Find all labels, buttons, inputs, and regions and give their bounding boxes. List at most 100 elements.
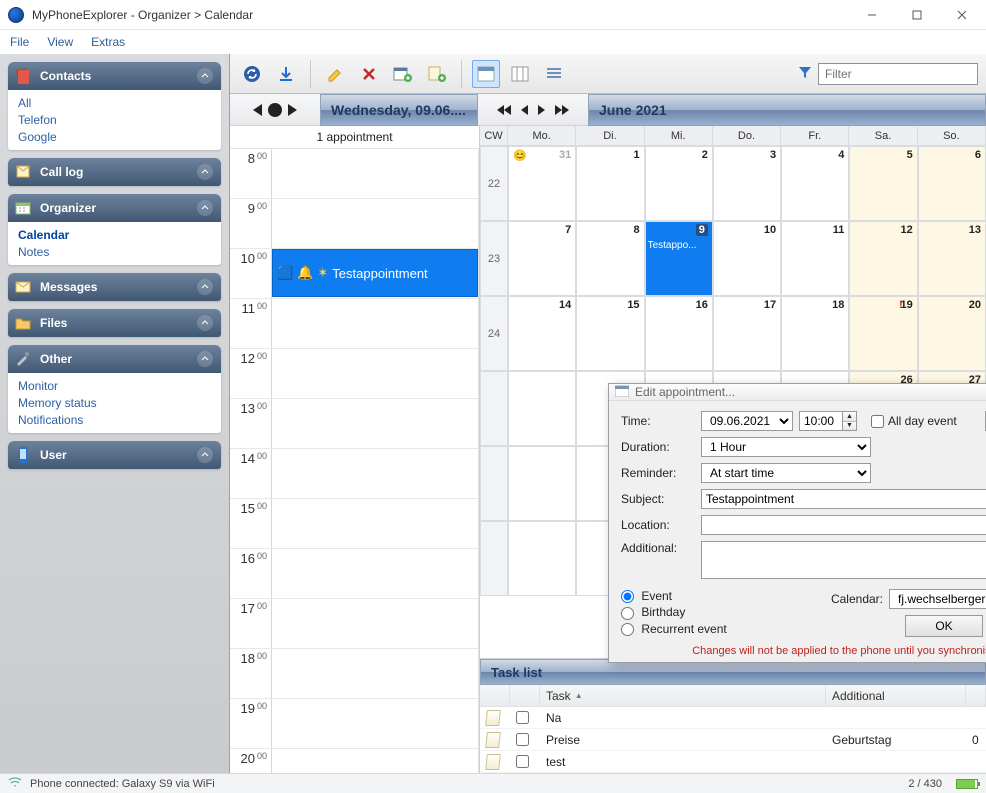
task-checkbox[interactable] [516, 711, 529, 724]
month-day-cell[interactable]: 9Testappo... [645, 221, 713, 296]
panel-head-contacts[interactable]: Contacts [8, 62, 221, 90]
sidebar-item-memory-status[interactable]: Memory status [18, 396, 211, 410]
month-day-cell[interactable]: 2 [645, 146, 713, 221]
ok-button[interactable]: OK [905, 615, 983, 637]
panel-head-other[interactable]: Other [8, 345, 221, 373]
sync-button[interactable] [238, 60, 266, 88]
filter-icon[interactable] [798, 65, 812, 82]
time-input[interactable] [799, 411, 843, 431]
month-day-cell[interactable]: 7 [508, 221, 576, 296]
sidebar-item-all[interactable]: All [18, 96, 211, 110]
task-list-columns[interactable]: Task ▲ Additional [480, 685, 986, 707]
sidebar-item-monitor[interactable]: Monitor [18, 379, 211, 393]
view-list-button[interactable] [540, 60, 568, 88]
sidebar-item-notes[interactable]: Notes [18, 245, 211, 259]
new-appointment-button[interactable] [389, 60, 417, 88]
maximize-button[interactable] [894, 1, 939, 29]
calendar-select[interactable]: fj.wechselberger@gmail [889, 589, 986, 609]
filter-input[interactable] [818, 63, 978, 85]
radio-event[interactable]: Event [621, 589, 727, 603]
next-year-button2[interactable] [562, 105, 569, 115]
month-dow-header: CWMo.Di.Mi.Do.Fr.Sa.So. [480, 126, 986, 146]
next-day-button[interactable] [288, 104, 297, 116]
panel-head-files[interactable]: Files [8, 309, 221, 337]
month-day-cell[interactable]: 10 [713, 221, 781, 296]
location-input[interactable] [701, 515, 986, 535]
task-checkbox[interactable] [516, 755, 529, 768]
view-day-button[interactable] [472, 60, 500, 88]
month-nav [478, 105, 588, 115]
radio-recurrent-event[interactable]: Recurrent event [621, 622, 727, 636]
month-day-cell[interactable]: 17 [713, 296, 781, 371]
month-event-label[interactable]: Testappo... [648, 240, 697, 251]
allday-checkbox[interactable] [871, 415, 884, 428]
month-day-cell[interactable]: 31😊 [508, 146, 576, 221]
sidebar-item-calendar[interactable]: Calendar [18, 228, 211, 242]
task-checkbox[interactable] [516, 733, 529, 746]
month-day-cell[interactable]: 1 [576, 146, 644, 221]
task-row[interactable]: Na [480, 707, 986, 729]
close-button[interactable] [939, 1, 984, 29]
month-day-cell[interactable]: 5 [849, 146, 917, 221]
view-week-button[interactable] [506, 60, 534, 88]
month-day-cell[interactable] [508, 521, 576, 596]
minimize-button[interactable] [849, 1, 894, 29]
month-day-cell[interactable]: 19! [849, 296, 917, 371]
task-list: Task list Task ▲ Additional Na Preise Ge… [480, 658, 986, 773]
month-day-cell[interactable] [508, 446, 576, 521]
delete-button[interactable] [355, 60, 383, 88]
task-col-name[interactable]: Task [546, 689, 571, 703]
appointment-block[interactable]: 🟦 🔔 ✶ Testappointment [272, 249, 478, 297]
calendar-label: Calendar: [831, 592, 883, 606]
month-day-cell[interactable]: 20 [918, 296, 986, 371]
sidebar-item-telefon[interactable]: Telefon [18, 113, 211, 127]
menu-extras[interactable]: Extras [91, 35, 125, 49]
menu-file[interactable]: File [10, 35, 29, 49]
prev-day-button[interactable] [253, 104, 262, 116]
reminder-select[interactable]: At start time [701, 463, 871, 483]
panel-head-user[interactable]: User [8, 441, 221, 469]
sidebar-item-google[interactable]: Google [18, 130, 211, 144]
additional-textarea[interactable] [701, 541, 986, 579]
today-button[interactable] [268, 103, 282, 117]
month-day-cell[interactable]: 11 [781, 221, 849, 296]
download-button[interactable] [272, 60, 300, 88]
panel-head-messages[interactable]: Messages [8, 273, 221, 301]
next-year-button[interactable] [555, 105, 562, 115]
month-day-cell[interactable]: 8 [576, 221, 644, 296]
subject-label: Subject: [621, 492, 693, 506]
time-spinner[interactable]: ▲▼ [843, 411, 857, 431]
sidebar-item-notifications[interactable]: Notifications [18, 413, 211, 427]
radio-birthday[interactable]: Birthday [621, 605, 727, 619]
duration-select[interactable]: 1 Hour [701, 437, 871, 457]
dow-header: So. [918, 126, 986, 145]
task-row[interactable]: Preise Geburtstag 0 [480, 729, 986, 751]
panel-head-organizer[interactable]: Organizer [8, 194, 221, 222]
panel-other: Other Monitor Memory status Notifications [8, 345, 221, 433]
panel-contacts: Contacts All Telefon Google [8, 62, 221, 150]
prev-year-button2[interactable] [504, 105, 511, 115]
month-day-cell[interactable] [508, 371, 576, 446]
task-col-additional[interactable]: Additional [826, 685, 966, 706]
chevron-icon [197, 447, 213, 463]
new-task-button[interactable] [423, 60, 451, 88]
panel-head-calllog[interactable]: Call log [8, 158, 221, 186]
menu-view[interactable]: View [47, 35, 73, 49]
edit-button[interactable] [321, 60, 349, 88]
day-timeline[interactable]: 8009001000 🟦 🔔 ✶ Testappointment11001200… [230, 149, 479, 773]
subject-input[interactable] [701, 489, 986, 509]
month-day-cell[interactable]: 3 [713, 146, 781, 221]
month-day-cell[interactable]: 16 [645, 296, 713, 371]
task-row[interactable]: test [480, 751, 986, 773]
prev-month-button[interactable] [521, 105, 528, 115]
month-day-cell[interactable]: 18 [781, 296, 849, 371]
month-day-cell[interactable]: 4 [781, 146, 849, 221]
month-day-cell[interactable]: 12 [849, 221, 917, 296]
month-day-cell[interactable]: 15 [576, 296, 644, 371]
date-select[interactable]: 09.06.2021 [701, 411, 793, 431]
next-month-button[interactable] [538, 105, 545, 115]
prev-year-button[interactable] [497, 105, 504, 115]
month-day-cell[interactable]: 14 [508, 296, 576, 371]
month-day-cell[interactable]: 13 [918, 221, 986, 296]
month-day-cell[interactable]: 6 [918, 146, 986, 221]
